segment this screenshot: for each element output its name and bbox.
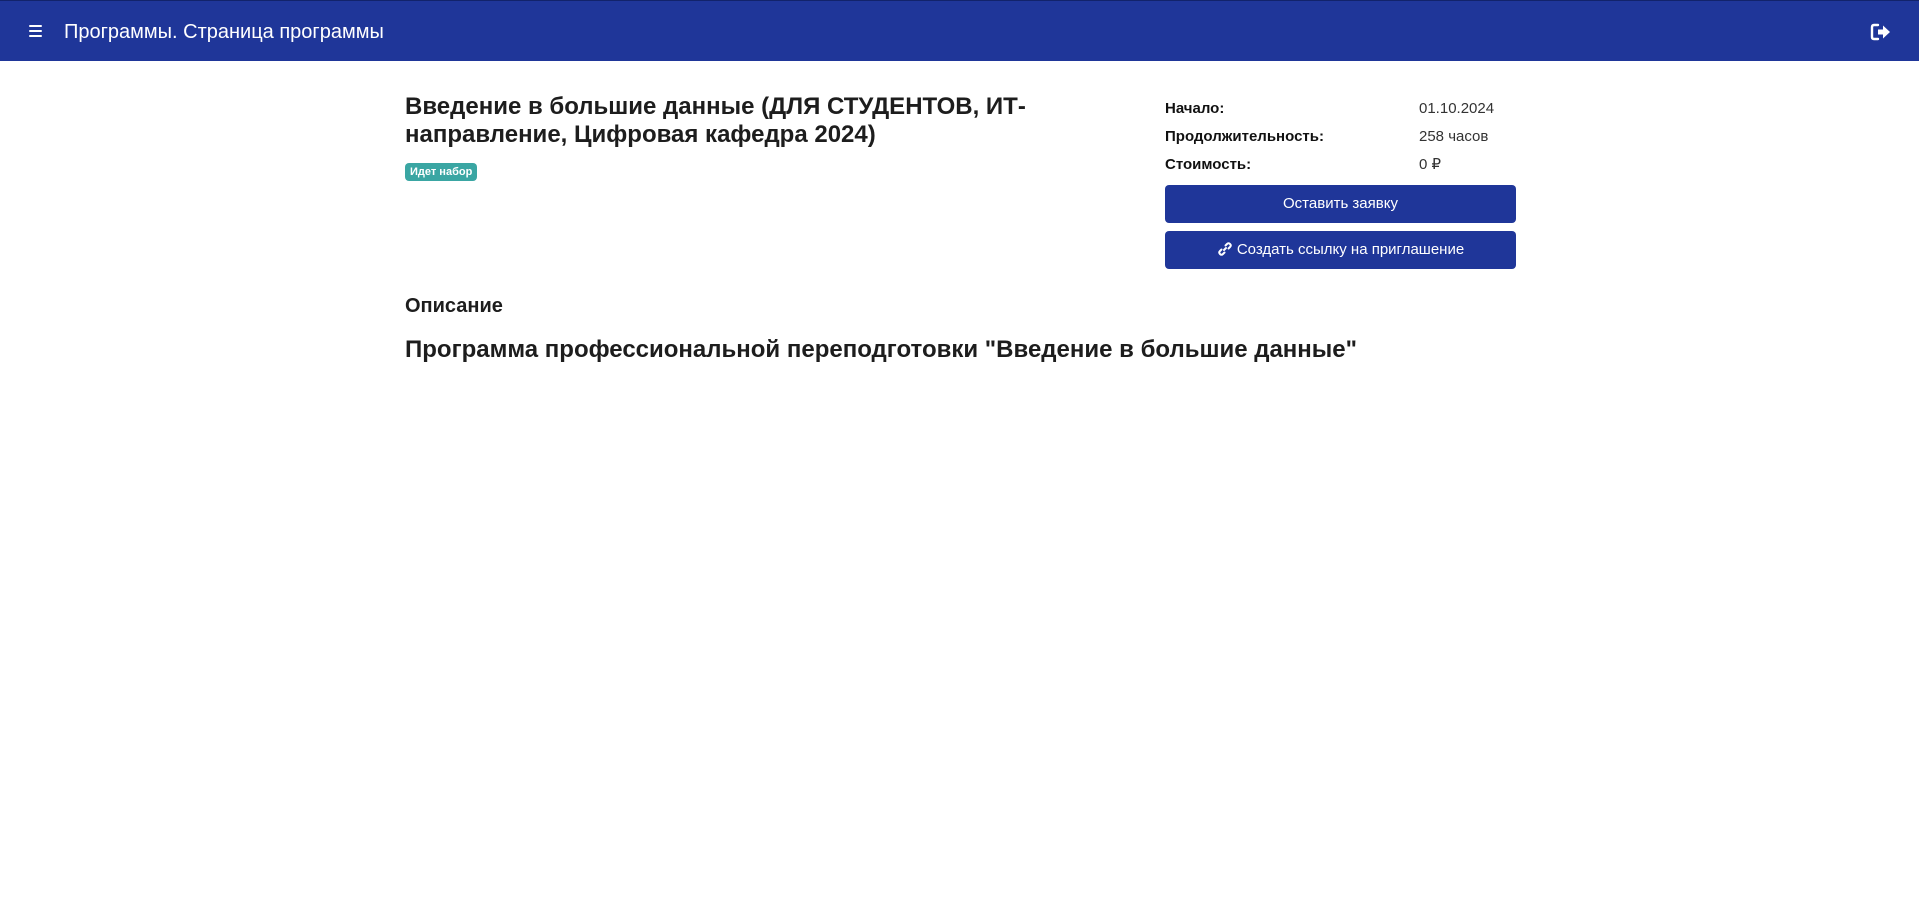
hamburger-line xyxy=(29,30,42,32)
hamburger-line xyxy=(29,25,42,27)
info-row-start: Начало: 01.10.2024 xyxy=(1165,99,1515,127)
link-icon xyxy=(1218,241,1232,256)
sign-out-icon[interactable] xyxy=(1869,20,1893,44)
create-invite-link-button[interactable]: Создать ссылку на приглашение xyxy=(1165,231,1516,269)
info-value-start: 01.10.2024 xyxy=(1419,100,1495,117)
info-value-cost: 0 ₽ xyxy=(1419,156,1442,173)
description-section-title: Описание xyxy=(405,295,503,317)
program-title: Введение в большие данные (ДЛЯ СТУДЕНТОВ… xyxy=(405,93,1026,148)
info-label-cost: Стоимость: xyxy=(1165,156,1252,173)
info-row-duration: Продолжительность: 258 часов xyxy=(1165,127,1515,155)
apply-button[interactable]: Оставить заявку xyxy=(1165,185,1516,223)
top-navbar: Программы. Страница программы xyxy=(0,0,1919,61)
info-row-cost: Стоимость: 0 ₽ xyxy=(1165,155,1515,183)
status-badge: Идет набор xyxy=(405,163,478,181)
hamburger-line xyxy=(29,35,42,37)
sign-out-icon-graphic xyxy=(1870,23,1890,41)
hamburger-icon[interactable] xyxy=(26,20,46,42)
program-info: Начало: 01.10.2024 Продолжительность: 25… xyxy=(1165,99,1515,183)
page-title: Программы. Страница программы xyxy=(64,21,384,43)
info-label-duration: Продолжительность: xyxy=(1165,128,1324,145)
info-label-start: Начало: xyxy=(1165,100,1225,117)
create-invite-link-label: Создать ссылку на приглашение xyxy=(1236,241,1465,258)
description-heading: Программа профессиональной переподготовк… xyxy=(405,336,1358,363)
info-value-duration: 258 часов xyxy=(1419,128,1489,145)
